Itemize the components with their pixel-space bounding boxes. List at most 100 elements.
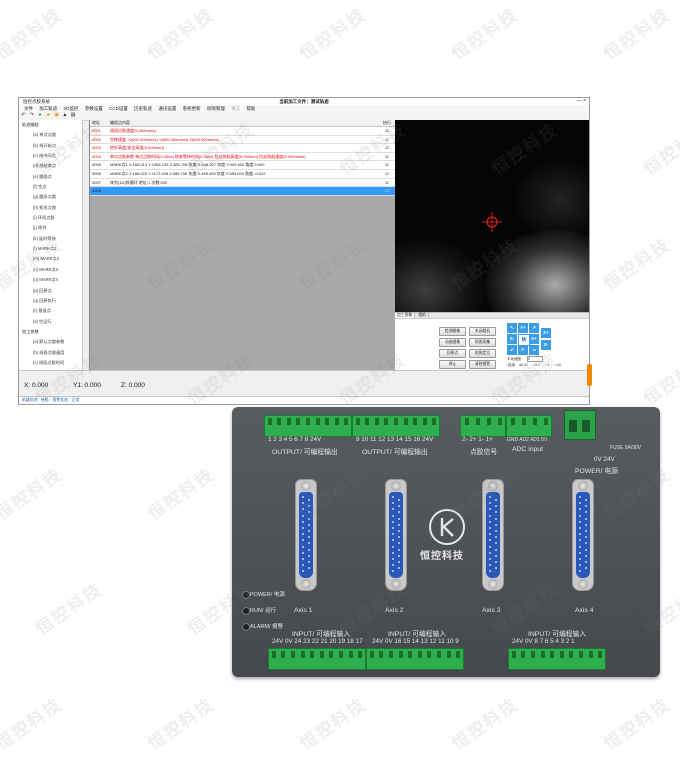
step-0-01[interactable]: ●0.01 [519,363,528,367]
terminal-screw [379,651,384,658]
tree-item[interactable]: 加工参数 [19,327,82,337]
tree-item[interactable]: (o) MARK点4 [19,275,82,285]
save-icon[interactable]: ▣ [54,113,59,118]
table-row[interactable]: 0005 MARK点1 X:168.013 Y:1366.120 Z:385.70… [90,161,396,170]
terminal-screw [456,651,461,658]
lock-icon[interactable]: ▲ [62,113,67,118]
tree-item[interactable]: (c) 线中间点 [19,151,82,161]
tree-item[interactable]: 轨迹编程 [19,120,82,130]
axis-3-label: Axis 3 [482,607,501,614]
home-button[interactable]: 回原点 [439,349,466,358]
table-row[interactable]: 0007 阵列(1D)阵循环 地址:1 次数:000 ☑ [90,178,396,188]
step-0-1[interactable]: ○0.1 [533,363,540,367]
screw-icon [488,481,498,491]
z-coordinate: Z: 0.000 [121,382,145,389]
tree-item[interactable]: (j) 阵列 [19,223,82,233]
step-1[interactable]: ○1 [545,363,549,367]
row-execute-checkbox[interactable]: ☑ [382,161,392,169]
tree-item[interactable]: (s) 空运行 [19,317,82,327]
table-row[interactable]: 0001 线段点胶速度(5.000mm/s) ☑ [90,127,396,136]
output1-label: OUTPUT/ 可编程输出 [272,449,338,456]
minimize-button[interactable]: — [577,98,582,104]
jog-zplus-button[interactable]: Z+ [541,328,551,338]
tree-item[interactable]: (n) MARK点3 [19,265,82,275]
tree-item[interactable]: (m) MARK点2 [19,254,82,264]
tree-item[interactable]: (r) 基准点 [19,306,82,316]
tree-item[interactable]: (d) 线结束点 [19,161,82,171]
output-terminal-1 [264,415,352,437]
tree-item[interactable]: (e) 圆弧点 [19,172,82,182]
unlock-icon[interactable]: ▤ [71,113,76,118]
jog-xplus-button[interactable]: X+ [529,334,539,344]
row-execute-checkbox[interactable]: ☑ [382,153,392,161]
watermark-text: 恒控科技 [640,349,680,410]
capture-button[interactable]: 抓图采集 [469,338,496,347]
tree-item[interactable]: (b) 线开始点 [19,141,82,151]
row-execute-checkbox[interactable]: ☑ [382,144,392,152]
tree-item[interactable]: (g) 圆形点胶 [19,192,82,202]
redo-icon[interactable]: ↷ [29,113,34,118]
new-icon[interactable]: ● [38,113,43,118]
connector-shell [299,492,313,578]
row-execute-checkbox[interactable]: ☐ [382,187,392,195]
tree-item[interactable]: (p) 回原点 [19,286,82,296]
terminal-screw [497,418,502,425]
row-execute-checkbox[interactable]: ☑ [382,127,392,135]
output1-pins: 1 2 3 4 5 6 7 8 24V [268,436,322,443]
tree-item[interactable]: (i) 环形点胶 [19,213,82,223]
tree-item[interactable]: (k) 延时等待 [19,234,82,244]
scroll-handle[interactable] [587,364,592,386]
input3-pins: 24V 0V 8 7 6 5 4 3 2 1 [512,638,575,645]
terminal-screw [315,418,320,425]
tree-item[interactable]: (b) 线段点胶速度 [19,348,82,358]
row-execute-checkbox[interactable]: ☑ [382,179,392,187]
jog-xminus-yplus-button[interactable]: ↖ [507,323,517,333]
clear-alarm-button[interactable]: 清除报警 [469,360,496,369]
tree-item[interactable]: (a) 默认点胶参数 [19,337,82,347]
step-10[interactable]: ○10 [555,363,561,367]
detect-image-button[interactable]: 检测图像 [439,327,466,336]
header-execute: 执行 [383,120,391,125]
dynamic-image-button[interactable]: 动态图像 [439,338,466,347]
tree-item[interactable]: (q) 回原执行 [19,296,82,306]
tree-item[interactable]: (a) 单点点胶 [19,130,82,140]
close-camera-button[interactable]: 关闭相机 [469,327,496,336]
speed-input[interactable]: 5 [527,356,543,362]
terminal-screw [427,651,432,658]
tree-item[interactable]: (f) 空点 [19,182,82,192]
table-row[interactable]: 0006 MARK点2 X:168.020 Y:1172.008 Z:385.70… [90,169,396,179]
jog-zminus-button[interactable]: Z- [541,340,551,350]
camera-view[interactable] [395,120,589,312]
jog-xminus-button[interactable]: X- [507,334,517,344]
table-row[interactable]: 0003 抬针高度(安全高度(5.000mm)) ☑ [90,144,396,153]
tree-item[interactable]: (h) 矩形点胶 [19,203,82,213]
jog-yminus-button[interactable]: Y- [518,345,528,355]
row-execute-checkbox[interactable]: ☑ [382,170,392,178]
stop-button[interactable]: 停止 [439,360,466,369]
jog-xplus-yplus-button[interactable]: ↗ [529,323,539,333]
screw-icon [391,481,401,491]
alarm-status: 报警状态：正常 [52,398,80,402]
jog-yplus-button[interactable]: Y+ [518,323,528,333]
control-panel: 检测图像 关闭相机 动态图像 抓图采集 回原点 拍照定位 停止 清除报警 ↖ Y… [395,318,589,371]
jog-xplus-yminus-button[interactable]: ↘ [529,345,539,355]
screw-icon [391,579,401,589]
jog-xminus-yminus-button[interactable]: ↙ [507,345,517,355]
row-content: 抬针高度(安全高度(5.000mm)) [110,145,165,151]
undo-icon[interactable]: ↶ [21,113,26,118]
photo-locate-button[interactable]: 拍照定位 [469,349,496,358]
open-icon[interactable]: ▰ [46,113,51,118]
tree-item[interactable]: (c) 线段点胶时间 [19,358,82,368]
tree-item[interactable]: (l) MARK点1 [19,244,82,254]
watermark-text: 恒控科技 [448,4,523,65]
terminal-screw [598,651,603,658]
watermark-text: 恒控科技 [600,694,675,755]
table-row[interactable]: 0008 ☐ [90,187,396,196]
step-continuous[interactable]: ○连续 [506,363,515,368]
input1-label: INPUT/ 可编程输入 [292,631,351,638]
terminal-screw [384,418,389,425]
table-row[interactable]: 0002 空移速度: X(600.000mm/s) Y(600.000mm/s) … [90,135,396,145]
table-row[interactable]: 0004 单点点胶参数 单点点胶时间(0.300s) 结束等待时间(0.300s)… [90,152,396,162]
close-button[interactable]: × [583,98,586,104]
row-execute-checkbox[interactable]: ☑ [382,136,392,144]
